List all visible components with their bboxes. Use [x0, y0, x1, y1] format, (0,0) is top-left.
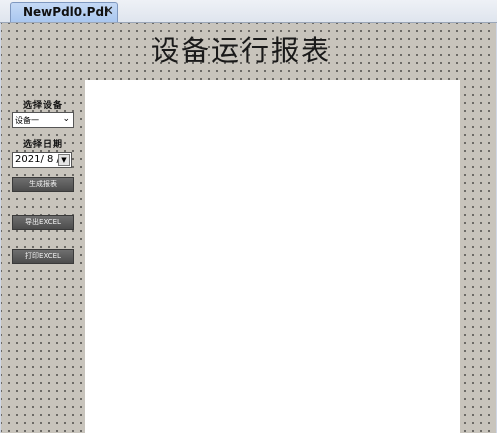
date-picker-value: 2021/ 8 /: [15, 154, 60, 165]
generate-report-button[interactable]: 生成报表: [12, 177, 74, 192]
close-icon[interactable]: ✕: [103, 4, 114, 19]
document-tab[interactable]: NewPdl0.Pdl ✕: [10, 2, 118, 22]
document-tab-strip: NewPdl0.Pdl ✕: [0, 0, 497, 23]
dropdown-arrow-icon[interactable]: ▼: [58, 154, 70, 166]
date-picker[interactable]: 2021/ 8 / ▼: [12, 152, 72, 168]
report-display-area: [85, 80, 460, 433]
design-canvas: 设备运行报表 选择设备 设备一 ⌄ 选择日期 2021/ 8 / ▼ 生成报表 …: [1, 23, 496, 433]
device-label: 选择设备: [22, 101, 63, 111]
date-label: 选择日期: [22, 140, 63, 150]
export-excel-button[interactable]: 导出EXCEL: [12, 215, 74, 230]
print-excel-button[interactable]: 打印EXCEL: [12, 249, 74, 264]
chevron-down-icon[interactable]: ⌄: [62, 114, 70, 124]
tab-title: NewPdl0.Pdl: [23, 5, 109, 19]
device-select[interactable]: 设备一 ⌄: [12, 112, 74, 128]
device-select-value: 设备一: [15, 116, 39, 125]
page-title: 设备运行报表: [150, 34, 331, 67]
